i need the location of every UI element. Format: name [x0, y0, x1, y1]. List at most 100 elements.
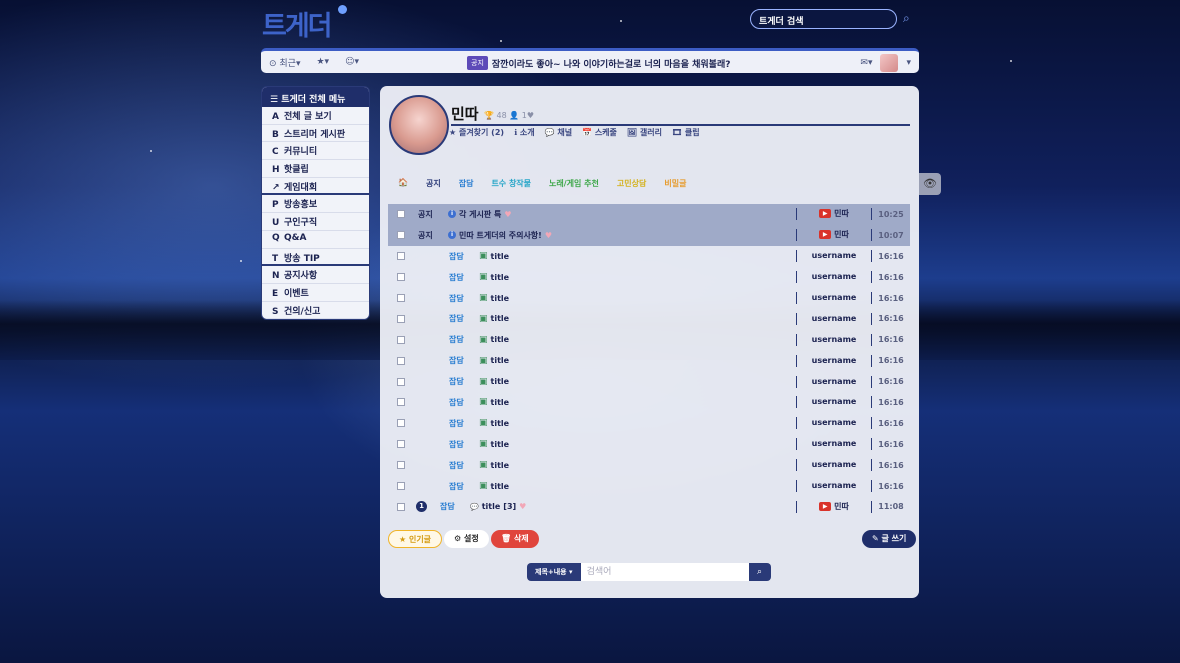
row-title-text[interactable]: title — [491, 252, 510, 261]
profile-link[interactable]: ★ 즐겨찾기 (2) — [449, 127, 504, 138]
row-title-text[interactable]: 민따 트게더의 주의사항! — [459, 230, 542, 241]
notice-row[interactable]: 공지 i 민따 트게더의 주의사항! ♥ ▶ 민따 10:07 — [388, 224, 910, 246]
table-row[interactable]: 잡담 ▣ title username 16:16 — [388, 350, 910, 371]
sidebar-item[interactable]: P 방송홍보 — [262, 195, 369, 214]
row-author[interactable]: username — [796, 250, 872, 263]
row-title-text[interactable]: title — [491, 461, 510, 470]
site-search-input[interactable]: 트게더 검색 — [750, 9, 897, 29]
row-title[interactable]: 💬 title [3] ♥ — [470, 502, 526, 511]
table-row[interactable]: 잡담 ▣ title username 16:16 — [388, 246, 910, 267]
row-author[interactable]: username — [796, 312, 872, 325]
row-checkbox[interactable] — [397, 210, 405, 219]
sidebar-item[interactable]: T 방송 TIP — [262, 249, 369, 267]
row-checkbox[interactable] — [397, 252, 405, 261]
row-author[interactable]: username — [796, 438, 872, 451]
settings-button[interactable]: ⚙ 설정 — [444, 530, 489, 548]
delete-button[interactable]: 🗑 삭제 — [491, 530, 539, 548]
sidebar-item[interactable]: H 핫클립 — [262, 160, 369, 178]
row-checkbox[interactable] — [397, 461, 405, 470]
sidebar-title[interactable]: ☰ 트게더 전체 메뉴 — [262, 87, 369, 107]
row-checkbox[interactable] — [397, 335, 405, 344]
popular-button[interactable]: ★ 인기글 — [388, 530, 443, 548]
board-search-input[interactable]: 검색어 — [580, 563, 749, 581]
eye-icon[interactable]: 👁 — [919, 173, 941, 195]
search-scope-select[interactable]: 제목+내용 ▾ — [527, 563, 581, 581]
table-row[interactable]: 잡담 ▣ title username 16:16 — [388, 434, 910, 455]
table-row[interactable]: 잡담 ▣ title username 16:16 — [388, 392, 910, 413]
table-row[interactable]: 잡담 ▣ title username 16:16 — [388, 413, 910, 434]
category-tab[interactable]: 공지 — [426, 178, 441, 189]
profile-link[interactable]: 📅 스케줄 — [582, 127, 617, 138]
row-title[interactable]: ▣ title — [479, 460, 509, 470]
recent-menu[interactable]: ⊙ 최근▾ — [269, 56, 300, 69]
row-author[interactable]: username — [796, 459, 872, 472]
row-author[interactable]: ▶ 민따 — [796, 229, 872, 242]
streamer-avatar[interactable] — [389, 95, 449, 155]
row-checkbox[interactable] — [397, 398, 405, 407]
table-row[interactable]: 잡담 ▣ title username 16:16 — [388, 288, 910, 309]
table-row[interactable]: 잡담 ▣ title username 16:16 — [388, 455, 910, 476]
row-author[interactable]: ▶ 민따 — [796, 500, 872, 513]
row-title-text[interactable]: 각 게시판 특 — [459, 209, 501, 220]
row-title[interactable]: ▣ title — [479, 293, 509, 303]
notice-banner[interactable]: 공지 잠깐이라도 좋아~ 나와 이야기하는걸로 너의 마음을 채워볼래? — [467, 56, 730, 70]
row-title[interactable]: ▣ title — [479, 251, 509, 261]
row-title[interactable]: ▣ title — [479, 377, 509, 387]
row-checkbox[interactable] — [397, 294, 405, 302]
sidebar-item[interactable]: B 스트리머 게시판 — [262, 125, 369, 143]
row-checkbox[interactable] — [397, 231, 405, 240]
notice-text[interactable]: 잠깐이라도 좋아~ 나와 이야기하는걸로 너의 마음을 채워볼래? — [492, 57, 731, 70]
row-author[interactable]: username — [796, 271, 872, 284]
row-title-text[interactable]: title — [491, 377, 510, 386]
sidebar-item[interactable]: U 구인구직 — [262, 213, 369, 231]
row-checkbox[interactable] — [397, 356, 405, 365]
row-checkbox[interactable] — [397, 502, 405, 511]
sidebar-item[interactable]: N 공지사항 — [262, 266, 369, 284]
emoji-menu[interactable]: ☺▾ — [345, 57, 359, 67]
table-row[interactable]: 1 잡담 💬 title [3] ♥ ▶ 민따 11:08 — [388, 496, 910, 517]
table-row[interactable]: 잡담 ▣ title username 16:16 — [388, 371, 910, 392]
row-title-text[interactable]: title — [491, 419, 510, 428]
row-title-text[interactable]: title — [491, 294, 510, 303]
profile-link[interactable]: 🖼 갤러리 — [627, 127, 662, 138]
row-title[interactable]: i각 게시판 특 ♥ — [448, 209, 512, 220]
category-tab[interactable]: 비밀글 — [664, 178, 686, 189]
row-author[interactable]: ▶ 민따 — [796, 208, 872, 221]
home-icon[interactable]: 🏠 — [398, 178, 408, 189]
search-icon[interactable]: ⌕ — [748, 563, 771, 581]
profile-link[interactable]: 💬 채널 — [545, 127, 572, 138]
profile-link[interactable]: ℹ 소개 — [514, 127, 535, 138]
row-title-text[interactable]: title — [491, 356, 510, 365]
row-checkbox[interactable] — [397, 440, 405, 449]
row-title-text[interactable]: title — [491, 398, 510, 407]
row-title[interactable]: ▣ title — [479, 439, 509, 449]
row-title-text[interactable]: title — [491, 273, 510, 282]
row-author[interactable]: username — [796, 480, 872, 493]
sidebar-item[interactable]: C 커뮤니티 — [262, 142, 369, 161]
row-author[interactable]: username — [796, 292, 872, 304]
profile-link[interactable]: 🎞 클립 — [672, 127, 700, 138]
row-title[interactable]: ▣ title — [479, 314, 509, 324]
row-checkbox[interactable] — [397, 314, 405, 323]
category-tab[interactable]: 노래/게임 추천 — [549, 178, 599, 189]
chevron-down-icon[interactable]: ▾ — [906, 58, 911, 68]
table-row[interactable]: 잡담 ▣ title username 16:16 — [388, 476, 910, 497]
sidebar-item[interactable]: ↗ 게임대회 — [262, 178, 369, 196]
row-title[interactable]: ▣ title — [479, 397, 509, 407]
row-title[interactable]: ▣ title — [479, 356, 509, 366]
table-row[interactable]: 잡담 ▣ title username 16:16 — [388, 329, 910, 350]
row-title-text[interactable]: title — [491, 314, 510, 323]
write-button[interactable]: ✎ 글 쓰기 — [862, 530, 917, 548]
row-title-text[interactable]: title — [482, 502, 501, 511]
row-title[interactable]: i 민따 트게더의 주의사항! ♥ — [448, 230, 552, 241]
favorites-menu[interactable]: ★▾ — [316, 57, 329, 67]
row-author[interactable]: username — [796, 375, 872, 388]
row-checkbox[interactable] — [397, 273, 405, 282]
category-tab[interactable]: 트수 창작물 — [491, 178, 531, 189]
table-row[interactable]: 잡담 ▣ title username 16:16 — [388, 267, 910, 288]
sidebar-item[interactable]: E 이벤트 — [262, 284, 369, 302]
row-author[interactable]: username — [796, 417, 872, 430]
site-logo[interactable]: 트게더 — [262, 4, 333, 43]
row-checkbox[interactable] — [397, 377, 405, 386]
row-title[interactable]: ▣ title — [479, 272, 509, 282]
